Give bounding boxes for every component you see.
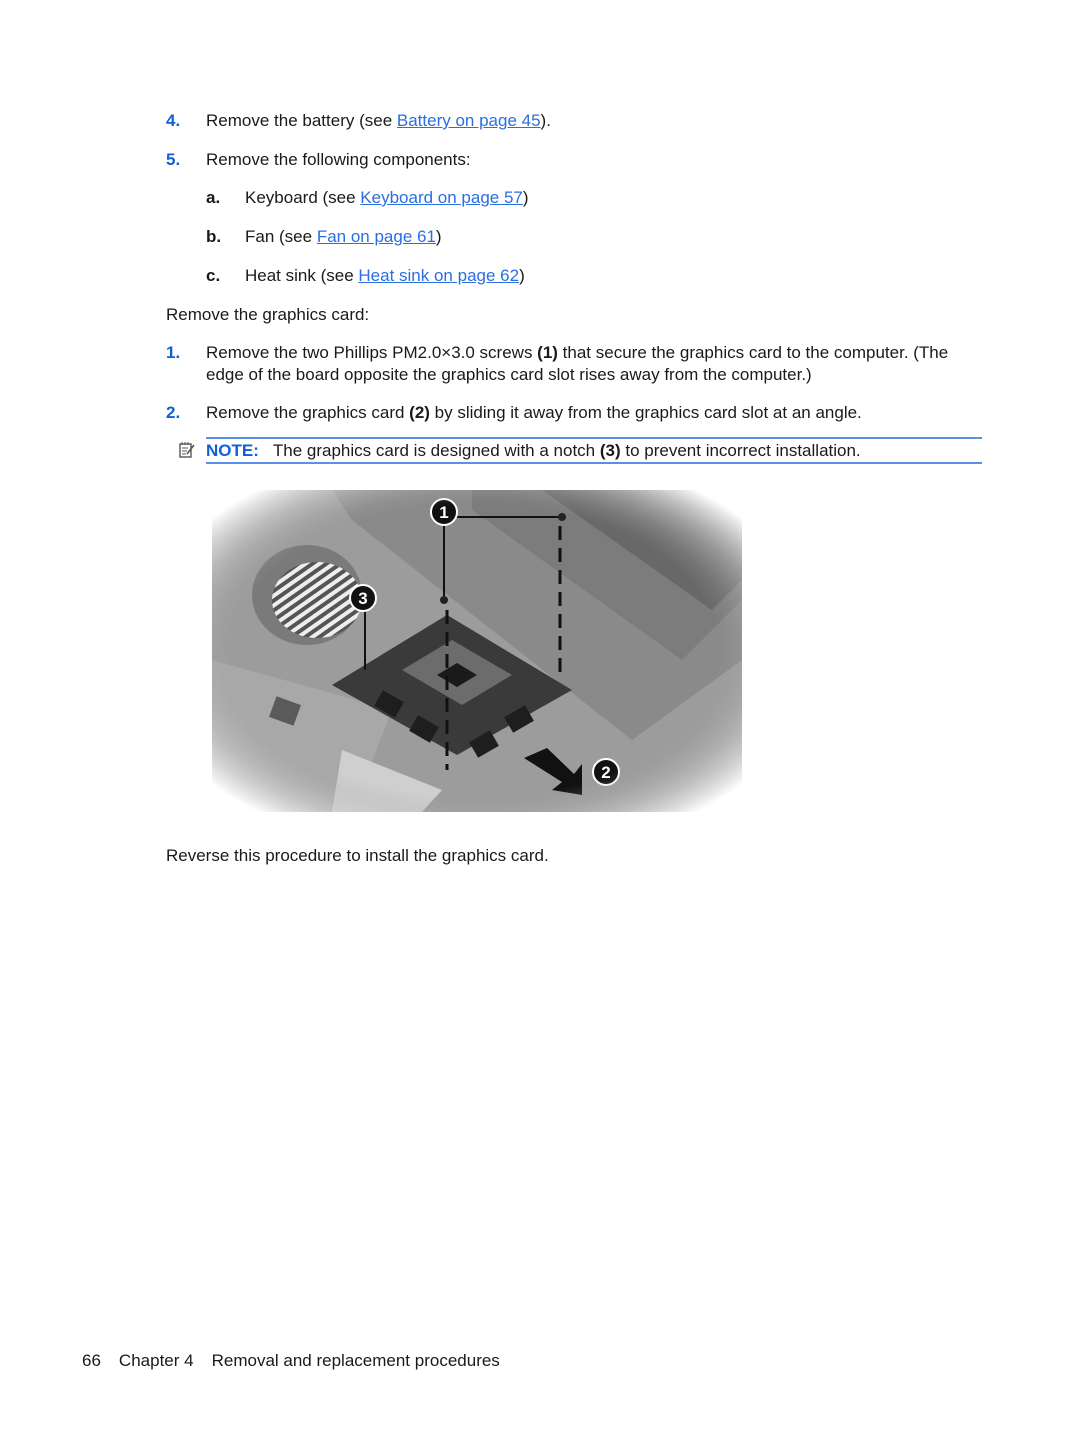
note-bottom-rule: [206, 462, 982, 464]
procedure-intro: Remove the graphics card:: [166, 305, 370, 324]
step-text: that secure the graphics card to the com…: [557, 343, 949, 362]
substep-heat-sink: Heat sink (see Heat sink on page 62): [245, 265, 525, 287]
step-number: 5.: [166, 150, 181, 169]
step-number: 4.: [166, 111, 181, 130]
callout-ref: (3): [599, 441, 621, 460]
substep-text: Fan (see: [245, 227, 317, 246]
substep-text: ): [522, 188, 529, 207]
step-text: ).: [540, 111, 551, 130]
heat-sink-link[interactable]: Heat sink on page 62: [358, 266, 519, 285]
note-body: to prevent incorrect installation.: [620, 441, 861, 460]
page-footer: 66 Chapter 4 Removal and replacement proce…: [82, 1350, 518, 1372]
substep-letter: b.: [206, 227, 222, 246]
step-text: Remove the two Phillips PM2.0×3.0 screws: [206, 343, 538, 362]
chapter-title: Removal and replacement procedures: [211, 1351, 500, 1370]
step-text: Remove the graphics card: [206, 403, 410, 422]
chapter-label: Chapter 4: [118, 1351, 194, 1370]
note-text: NOTE: The graphics card is designed with …: [206, 440, 861, 462]
step-number: 1.: [166, 343, 181, 362]
substep-letter: a.: [206, 188, 221, 207]
substep-letter: c.: [206, 266, 221, 285]
note-pad-icon: [179, 442, 195, 458]
vignette: [212, 490, 742, 812]
step-1-line-1: Remove the two Phillips PM2.0×3.0 screws…: [206, 342, 948, 364]
step-5-text: Remove the following components:: [206, 150, 471, 169]
substep-text: ): [435, 227, 442, 246]
substep-text: Heat sink (see: [245, 266, 359, 285]
substep-text: ): [519, 266, 525, 285]
graphics-card-illustration: 1 2 3: [212, 490, 742, 812]
substep-keyboard: Keyboard (see Keyboard on page 57): [245, 187, 529, 209]
page-number: 66: [82, 1351, 101, 1370]
step-4-text: Remove the battery (see Battery on page …: [206, 110, 551, 132]
callout-ref: (2): [409, 403, 430, 422]
step-number: 2.: [166, 403, 181, 422]
note-top-rule: [206, 437, 982, 439]
closing-text: Reverse this procedure to install the gr…: [166, 846, 549, 865]
substep-fan: Fan (see Fan on page 61): [245, 226, 442, 248]
callout-ref: (1): [537, 343, 558, 362]
battery-link[interactable]: Battery on page 45: [397, 111, 541, 130]
note-label: NOTE:: [206, 441, 259, 460]
note-body: The graphics card is designed with a not…: [272, 441, 600, 460]
document-page: 4. Remove the battery (see Battery on pa…: [0, 0, 1080, 1437]
fan-link[interactable]: Fan on page 61: [317, 227, 436, 246]
substep-text: Keyboard (see: [245, 188, 361, 207]
step-1-line-2: edge of the board opposite the graphics …: [206, 365, 812, 384]
step-text: Remove the battery (see: [206, 111, 397, 130]
step-text: by sliding it away from the graphics car…: [429, 403, 862, 422]
step-2-text: Remove the graphics card (2) by sliding …: [206, 402, 862, 424]
keyboard-link[interactable]: Keyboard on page 57: [360, 188, 523, 207]
